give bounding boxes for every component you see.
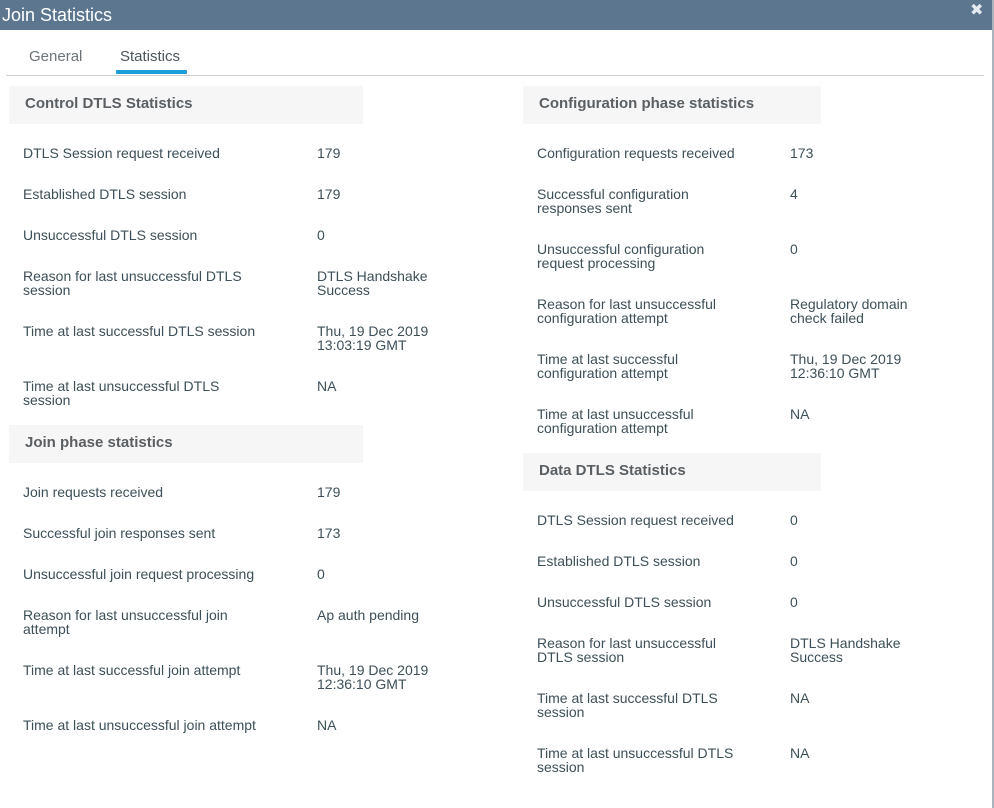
dialog-titlebar: Join Statistics ✖ <box>0 0 992 30</box>
stat-value: 0 <box>317 566 325 582</box>
stat-label: Successful configuration responses sent <box>537 186 689 216</box>
section-title: Join phase statistics <box>25 434 173 451</box>
stat-label: Unsuccessful join request processing <box>23 566 255 582</box>
stat-value: DTLS Handshake Success <box>790 635 901 665</box>
stat-label: Established DTLS session <box>537 553 701 569</box>
section-title: Configuration phase statistics <box>539 95 755 112</box>
stat-label: Unsuccessful DTLS session <box>23 227 198 243</box>
stat-value: 179 <box>317 186 341 202</box>
stat-value: 0 <box>790 553 798 569</box>
stat-label: DTLS Session request received <box>23 145 220 161</box>
stat-value: DTLS Handshake Success <box>317 268 428 298</box>
stat-value: 179 <box>317 145 341 161</box>
stat-label: Time at last successful configuration at… <box>537 351 679 381</box>
stat-value: NA <box>317 378 337 394</box>
tab-general[interactable]: General <box>29 48 82 65</box>
join-statistics-dialog: Join Statistics ✖ General Statistics Con… <box>0 0 994 808</box>
stat-value: Ap auth pending <box>317 607 419 623</box>
stat-label: Time at last unsuccessful DTLS session <box>537 745 734 775</box>
stat-value: 173 <box>790 145 814 161</box>
stat-value: 179 <box>317 484 341 500</box>
stat-label: Time at last successful DTLS session <box>23 323 256 339</box>
stat-value: 4 <box>790 186 798 202</box>
stat-label: Time at last successful DTLS session <box>537 690 718 720</box>
stat-label: Reason for last unsuccessful DTLS sessio… <box>23 268 242 298</box>
stat-label: DTLS Session request received <box>537 512 734 528</box>
stat-label: Join requests received <box>23 484 164 500</box>
stat-label: Reason for last unsuccessful configurati… <box>537 296 716 326</box>
stat-label: Reason for last unsuccessful join attemp… <box>23 607 228 637</box>
stat-value: NA <box>790 745 810 761</box>
tab-statistics[interactable]: Statistics <box>120 48 180 65</box>
stat-label: Time at last unsuccessful configuration … <box>537 406 694 436</box>
stat-label: Time at last unsuccessful DTLS session <box>23 378 220 408</box>
stat-value: Thu, 19 Dec 2019 13:03:19 GMT <box>317 323 429 353</box>
section-title: Control DTLS Statistics <box>25 95 193 112</box>
stat-value: NA <box>790 690 810 706</box>
stat-label: Unsuccessful configuration request proce… <box>537 241 705 271</box>
stat-value: Regulatory domain check failed <box>790 296 908 326</box>
section-header-data-dtls: Data DTLS Statistics <box>523 453 821 491</box>
close-icon[interactable]: ✖ <box>970 3 984 19</box>
stat-label: Unsuccessful DTLS session <box>537 594 712 610</box>
section-header-control-dtls: Control DTLS Statistics <box>9 86 363 124</box>
active-tab-indicator <box>116 70 187 74</box>
section-header-join-phase: Join phase statistics <box>9 425 363 463</box>
stat-label: Configuration requests received <box>537 145 735 161</box>
stat-label: Successful join responses sent <box>23 525 216 541</box>
dialog-title: Join Statistics <box>2 5 113 25</box>
stat-label: Time at last successful join attempt <box>23 662 241 678</box>
stat-label: Reason for last unsuccessful DTLS sessio… <box>537 635 716 665</box>
tab-bar: General Statistics <box>6 30 984 76</box>
section-title: Data DTLS Statistics <box>539 462 686 479</box>
stat-value: NA <box>317 717 337 733</box>
stat-value: 0 <box>790 512 798 528</box>
stat-value: 0 <box>790 241 798 257</box>
stat-label: Time at last unsuccessful join attempt <box>23 717 256 733</box>
stat-value: 173 <box>317 525 341 541</box>
stat-value: 0 <box>790 594 798 610</box>
stat-value: NA <box>790 406 810 422</box>
section-header-configuration-phase: Configuration phase statistics <box>523 86 821 124</box>
stat-label: Established DTLS session <box>23 186 187 202</box>
stat-value: 0 <box>317 227 325 243</box>
stat-value: Thu, 19 Dec 2019 12:36:10 GMT <box>317 662 429 692</box>
stat-value: Thu, 19 Dec 2019 12:36:10 GMT <box>790 351 902 381</box>
